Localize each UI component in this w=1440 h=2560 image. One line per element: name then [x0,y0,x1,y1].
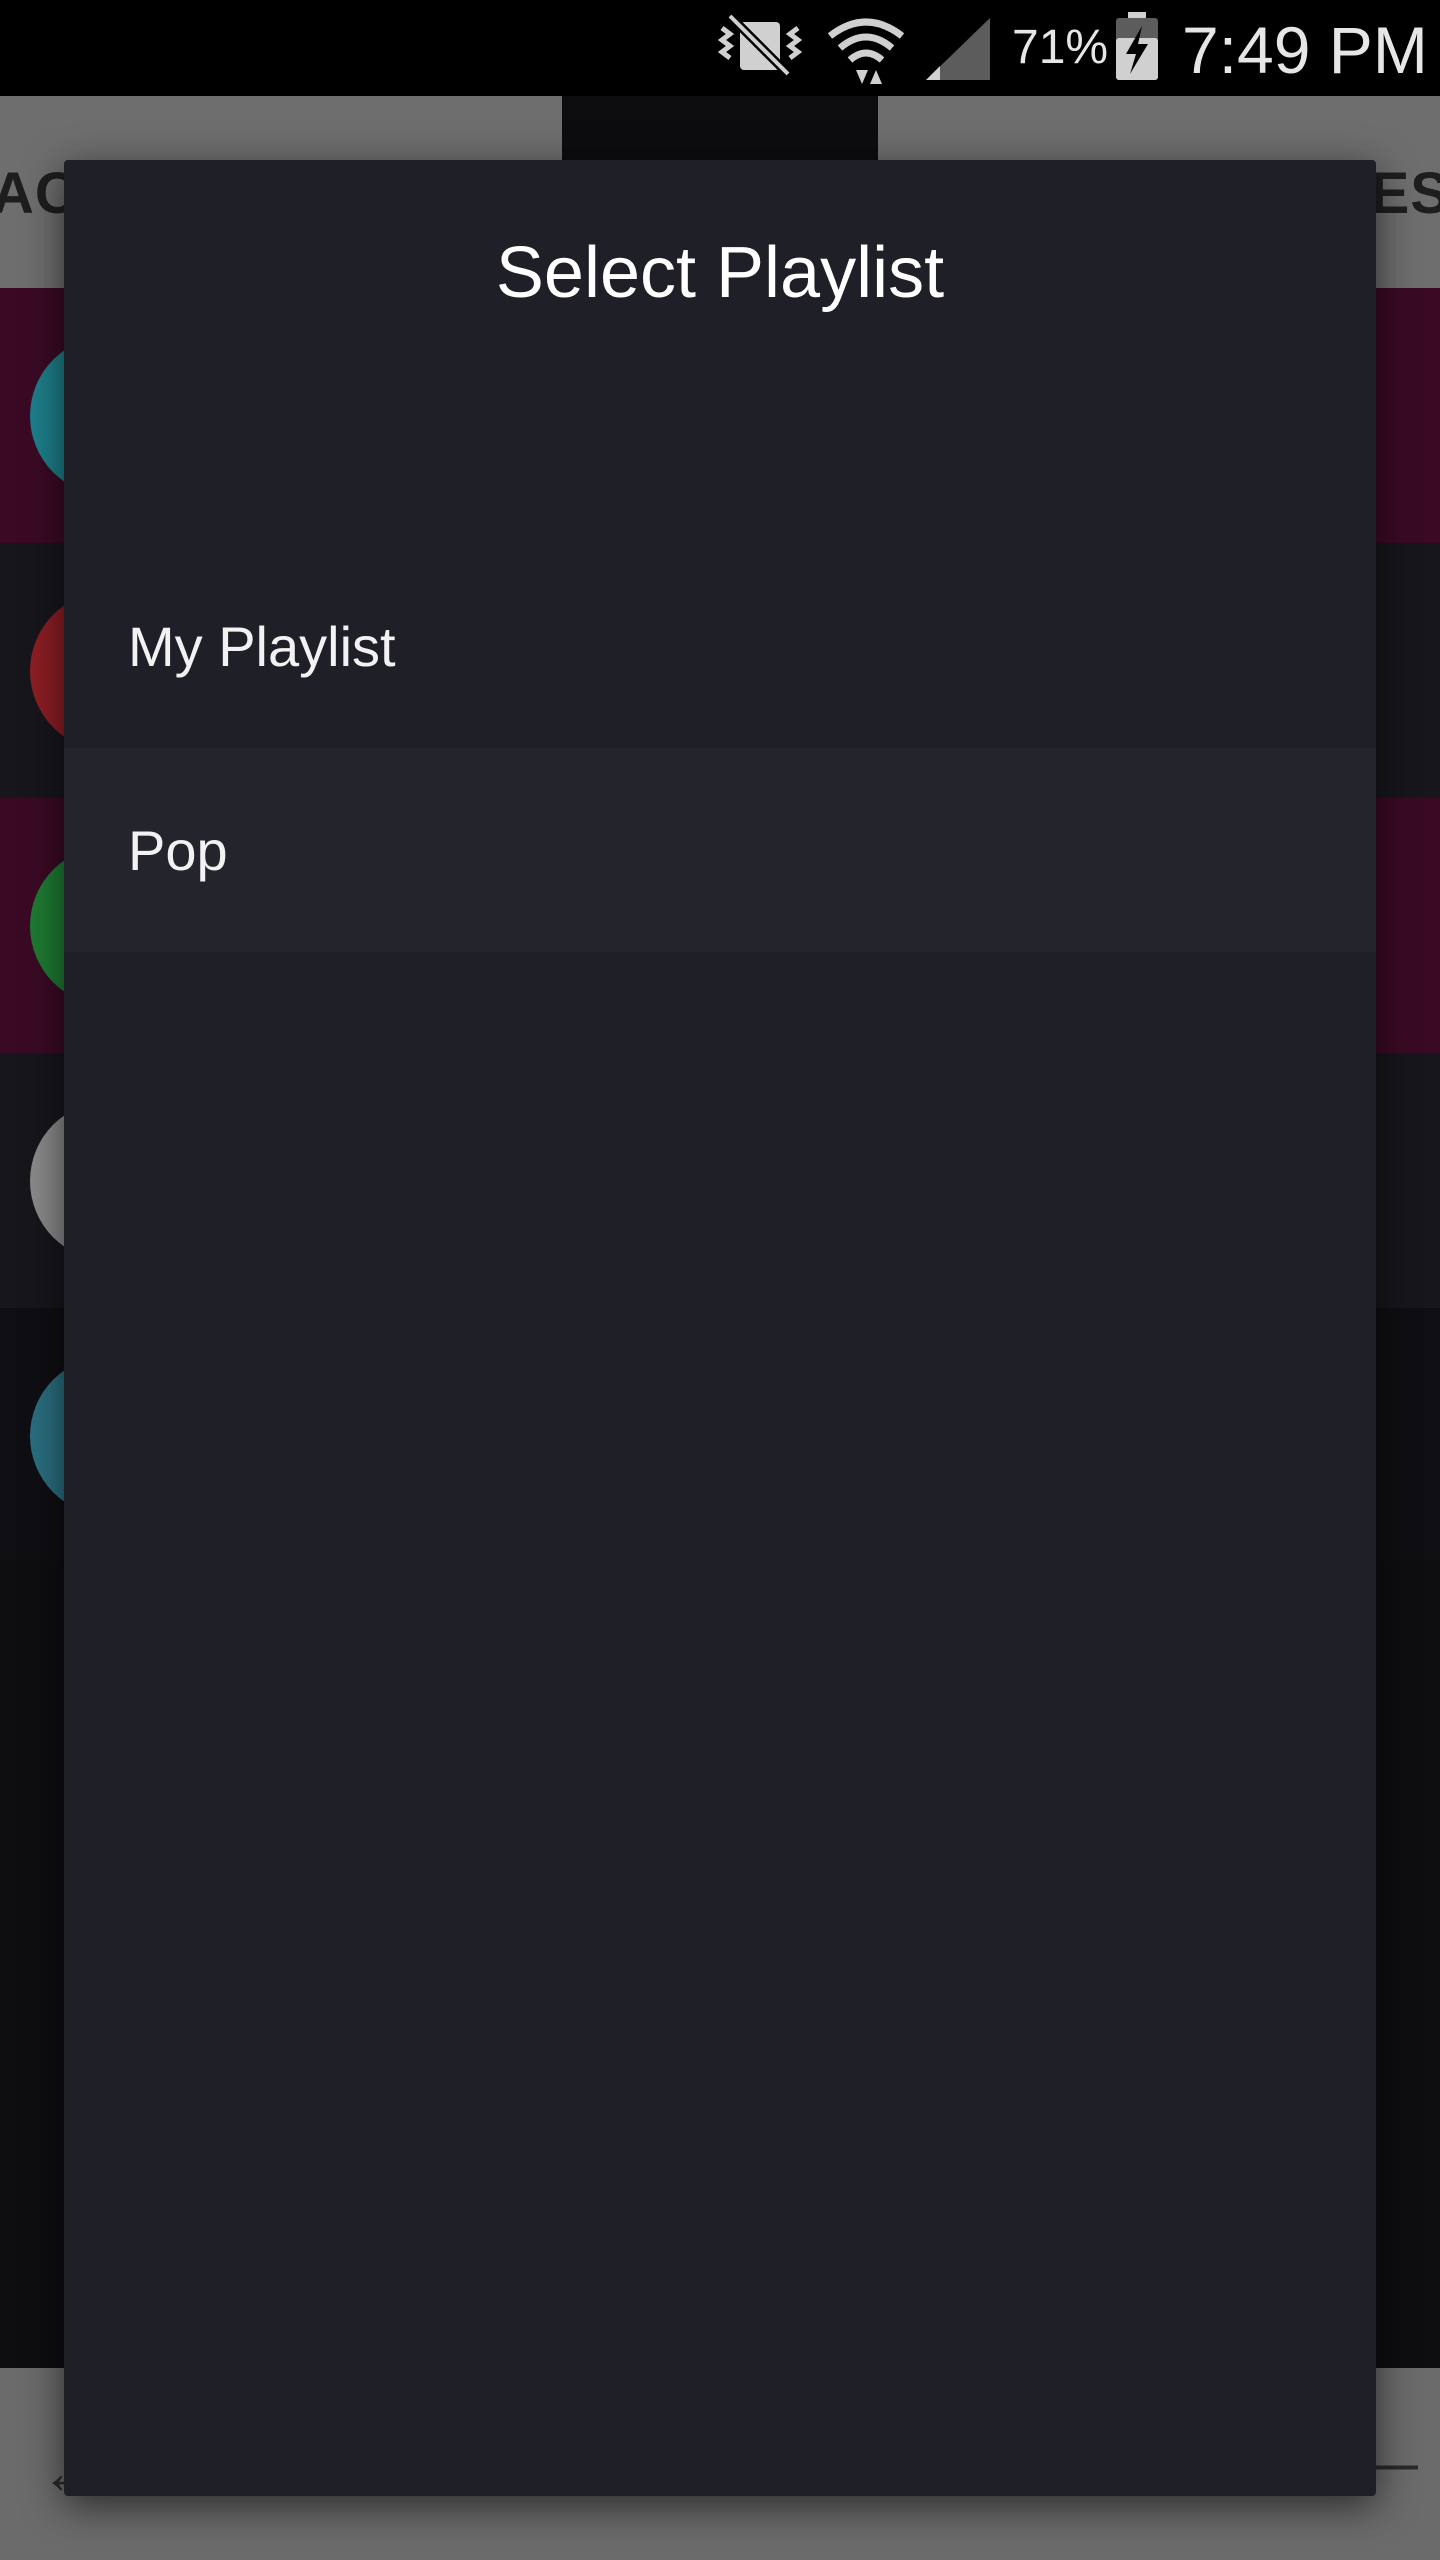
playlist-item-my-playlist[interactable]: My Playlist [64,544,1376,748]
battery-charging-icon [1114,12,1160,87]
playlist-item-pop[interactable]: Pop [64,748,1376,952]
battery-percentage: 71% [1012,21,1109,74]
cell-signal-icon [924,16,992,87]
status-bar: 71% 7:49 PM [0,0,1440,96]
vibrate-mute-icon [716,12,808,83]
wifi-icon [826,14,906,91]
select-playlist-dialog: Select Playlist My Playlist Pop [64,160,1376,2496]
dialog-title: Select Playlist [495,233,945,313]
playlist-list: My Playlist Pop [64,544,1376,952]
status-clock: 7:49 PM [1182,13,1428,87]
